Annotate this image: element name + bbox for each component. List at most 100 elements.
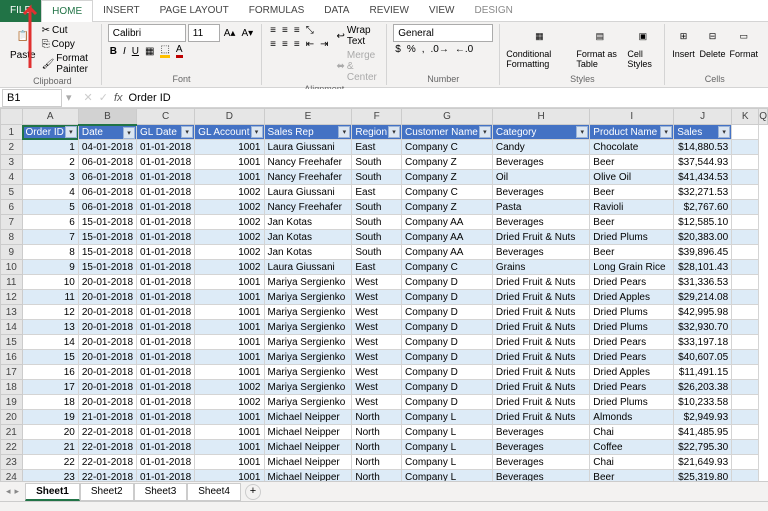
table-cell[interactable]: 1002 (195, 260, 264, 275)
table-cell[interactable]: Dried Fruit & Nuts (492, 365, 589, 380)
table-cell[interactable]: 1001 (195, 320, 264, 335)
delete-cells-button[interactable]: ⊟Delete (699, 24, 725, 59)
table-cell[interactable]: Company C (402, 185, 493, 200)
table-cell[interactable]: 06-01-2018 (78, 185, 136, 200)
table-cell[interactable]: South (352, 230, 402, 245)
table-cell[interactable]: 01-01-2018 (137, 350, 195, 365)
table-cell[interactable]: 15-01-2018 (78, 230, 136, 245)
table-cell[interactable]: $33,197.18 (674, 335, 732, 350)
format-painter-button[interactable]: 🖌Format Painter (40, 52, 95, 76)
align-bottom-button[interactable]: ≡ (292, 24, 302, 37)
table-cell[interactable]: Company AA (402, 245, 493, 260)
table-cell[interactable]: Dried Pears (590, 350, 674, 365)
table-cell[interactable]: 01-01-2018 (137, 275, 195, 290)
insert-cells-button[interactable]: ⊞Insert (671, 24, 695, 59)
table-header[interactable]: Order ID (22, 125, 78, 140)
table-header[interactable]: Category (492, 125, 589, 140)
table-cell[interactable]: Chocolate (590, 140, 674, 155)
table-cell[interactable]: 1002 (195, 185, 264, 200)
table-cell[interactable]: $11,491.15 (674, 365, 732, 380)
col-header-J[interactable]: J (674, 109, 732, 125)
row-header-11[interactable]: 11 (1, 275, 23, 290)
table-cell[interactable]: $41,485.95 (674, 425, 732, 440)
table-cell[interactable]: 7 (22, 230, 78, 245)
table-cell[interactable]: Company L (402, 425, 493, 440)
table-cell[interactable]: 20-01-2018 (78, 305, 136, 320)
table-cell[interactable]: 21 (22, 440, 78, 455)
table-cell[interactable]: Beverages (492, 425, 589, 440)
sheet-tab-sheet2[interactable]: Sheet2 (80, 483, 134, 501)
add-sheet-button[interactable]: + (245, 484, 261, 500)
table-cell[interactable]: Beer (590, 185, 674, 200)
table-cell[interactable]: 20-01-2018 (78, 365, 136, 380)
table-cell[interactable]: 1001 (195, 275, 264, 290)
horizontal-scrollbar[interactable] (0, 501, 768, 511)
cell-styles-button[interactable]: ▣Cell Styles (627, 24, 658, 69)
copy-button[interactable]: ⎘Copy (40, 38, 95, 51)
table-cell[interactable]: 22-01-2018 (78, 455, 136, 470)
bold-button[interactable]: B (108, 45, 119, 58)
table-cell[interactable]: $32,271.53 (674, 185, 732, 200)
table-cell[interactable]: 01-01-2018 (137, 230, 195, 245)
table-cell[interactable]: 8 (22, 245, 78, 260)
decrease-decimal-button[interactable]: ←.0 (453, 43, 475, 56)
table-cell[interactable]: 01-01-2018 (137, 245, 195, 260)
col-header-G[interactable]: G (402, 109, 493, 125)
table-cell[interactable]: 20-01-2018 (78, 395, 136, 410)
table-cell[interactable]: Company D (402, 320, 493, 335)
tab-home[interactable]: HOME (41, 0, 93, 22)
table-cell[interactable]: 01-01-2018 (137, 170, 195, 185)
table-cell[interactable]: 20 (22, 425, 78, 440)
row-header-6[interactable]: 6 (1, 200, 23, 215)
table-cell[interactable]: $39,896.45 (674, 245, 732, 260)
filter-dropdown[interactable] (576, 126, 588, 138)
table-cell[interactable]: 01-01-2018 (137, 320, 195, 335)
table-cell[interactable]: 01-01-2018 (137, 200, 195, 215)
table-cell[interactable]: 01-01-2018 (137, 365, 195, 380)
format-as-table-button[interactable]: ▤Format as Table (576, 24, 623, 69)
table-cell[interactable]: Grains (492, 260, 589, 275)
col-header-H[interactable]: H (492, 109, 589, 125)
table-cell[interactable]: $32,930.70 (674, 320, 732, 335)
table-cell[interactable]: West (352, 290, 402, 305)
table-cell[interactable]: 01-01-2018 (137, 260, 195, 275)
table-cell[interactable]: West (352, 275, 402, 290)
table-cell[interactable]: Company C (402, 260, 493, 275)
tab-page-layout[interactable]: PAGE LAYOUT (150, 0, 239, 22)
table-cell[interactable]: Beer (590, 215, 674, 230)
table-cell[interactable]: 1001 (195, 365, 264, 380)
decrease-indent-button[interactable]: ⇤ (304, 38, 316, 51)
table-cell[interactable]: West (352, 320, 402, 335)
table-cell[interactable]: $2,949.93 (674, 410, 732, 425)
table-cell[interactable]: Dried Fruit & Nuts (492, 230, 589, 245)
align-left-button[interactable]: ≡ (268, 38, 278, 51)
table-cell[interactable]: 1002 (195, 380, 264, 395)
row-header-19[interactable]: 19 (1, 395, 23, 410)
table-cell[interactable]: East (352, 185, 402, 200)
table-cell[interactable]: Dried Plums (590, 230, 674, 245)
table-cell[interactable]: $21,649.93 (674, 455, 732, 470)
row-header-7[interactable]: 7 (1, 215, 23, 230)
underline-button[interactable]: U (130, 45, 141, 58)
table-cell[interactable]: Dried Pears (590, 275, 674, 290)
table-header[interactable]: Sales (674, 125, 732, 140)
table-cell[interactable]: 1001 (195, 455, 264, 470)
table-cell[interactable]: Chai (590, 455, 674, 470)
table-cell[interactable]: Company D (402, 335, 493, 350)
table-cell[interactable]: 16 (22, 365, 78, 380)
table-cell[interactable]: Beverages (492, 185, 589, 200)
table-cell[interactable]: Chai (590, 425, 674, 440)
table-cell[interactable]: $42,995.98 (674, 305, 732, 320)
fx-icon[interactable]: fx (114, 92, 123, 104)
sheet-tab-sheet1[interactable]: Sheet1 (25, 483, 80, 501)
table-cell[interactable]: Dried Fruit & Nuts (492, 290, 589, 305)
row-header-16[interactable]: 16 (1, 350, 23, 365)
table-cell[interactable]: Laura Giussani (264, 260, 352, 275)
table-cell[interactable]: Nancy Freehafer (264, 170, 352, 185)
italic-button[interactable]: I (121, 45, 128, 58)
table-cell[interactable]: Laura Giussani (264, 140, 352, 155)
table-header[interactable]: Product Name (590, 125, 674, 140)
increase-decimal-button[interactable]: .0→ (429, 43, 451, 56)
font-name-select[interactable] (108, 24, 186, 42)
table-cell[interactable]: $28,101.43 (674, 260, 732, 275)
